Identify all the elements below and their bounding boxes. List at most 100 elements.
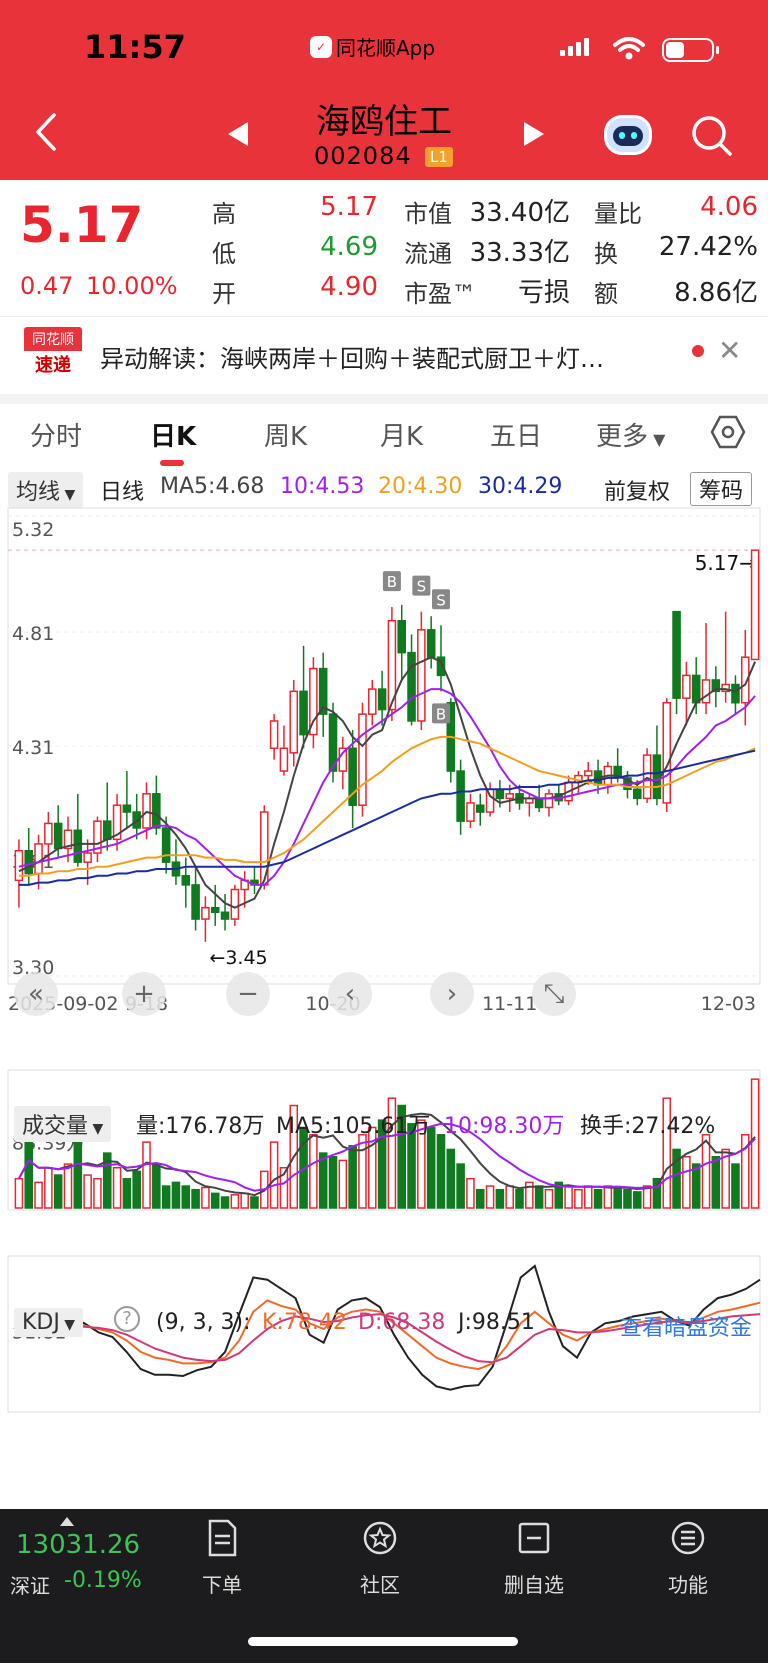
volume-bar-down bbox=[191, 1188, 200, 1209]
nav-order[interactable]: 下单 bbox=[172, 1518, 272, 1598]
volume-bar-up bbox=[574, 1188, 583, 1209]
chevron-left-icon[interactable]: ‹ bbox=[328, 972, 372, 1016]
volume-bar-up bbox=[142, 1141, 151, 1209]
volume-bar-down bbox=[711, 1156, 721, 1209]
low-label: 低 bbox=[212, 240, 236, 268]
volume-bar-down bbox=[161, 1185, 171, 1209]
ma5-value: MA5:4.68 bbox=[160, 474, 265, 499]
volume-bar-up bbox=[505, 1185, 514, 1209]
volume-bar-up bbox=[34, 1181, 43, 1209]
volume-bar-down bbox=[691, 1163, 701, 1209]
unread-dot-icon bbox=[692, 345, 704, 357]
nav-functions[interactable]: 功能 bbox=[638, 1518, 738, 1598]
candle-down bbox=[73, 829, 83, 863]
date-axis-label: 12-03 bbox=[701, 993, 756, 1015]
volume-bar-up bbox=[682, 1156, 691, 1209]
candle-up bbox=[466, 802, 475, 822]
volume-bar-down bbox=[152, 1163, 161, 1209]
section-divider bbox=[0, 394, 768, 404]
mcap-label: 市值 bbox=[404, 200, 452, 228]
float-value: 33.33亿 bbox=[469, 238, 570, 268]
candle-down bbox=[426, 629, 436, 658]
candle-down bbox=[397, 620, 407, 654]
ma-selector-label: 均线 bbox=[16, 480, 61, 505]
volume-bar-up bbox=[63, 1163, 73, 1209]
volume-bar-up bbox=[603, 1185, 613, 1209]
help-icon[interactable]: ? bbox=[114, 1306, 140, 1332]
home-indicator[interactable] bbox=[248, 1637, 518, 1646]
candle-down bbox=[691, 674, 701, 704]
tab-intraday[interactable]: 分时 bbox=[30, 416, 82, 453]
volume-bar-down bbox=[495, 1188, 505, 1209]
indicator-selector-label: KDJ bbox=[22, 1310, 60, 1335]
index-name: 深证 bbox=[10, 1574, 50, 1598]
volume-bar-up bbox=[93, 1177, 102, 1209]
nav-remove-watchlist[interactable]: 删自选 bbox=[484, 1518, 584, 1598]
level-badge: L1 bbox=[425, 147, 453, 167]
news-banner[interactable]: 同花顺 速递 异动解读：海峡两岸＋回购＋装配式厨卫＋灯… bbox=[0, 316, 768, 394]
volume-bar-down bbox=[328, 1156, 338, 1209]
volume-bar-down bbox=[24, 1141, 34, 1209]
volume-bar-down bbox=[436, 1134, 446, 1209]
candle-down bbox=[407, 651, 416, 722]
volume-selector[interactable]: 成交量 ▼ bbox=[14, 1106, 112, 1142]
period-label: 日线 bbox=[100, 480, 145, 505]
open-label: 开 bbox=[212, 280, 236, 308]
status-app-indicator: ✓ 同花顺App bbox=[310, 32, 435, 61]
turnover-label: 换 bbox=[594, 240, 618, 268]
volume-bar-up bbox=[240, 1192, 249, 1209]
volume-bar-down bbox=[731, 1163, 740, 1209]
tab-more-label: 更多 bbox=[596, 422, 649, 452]
fullscreen-icon[interactable]: ⤡ bbox=[532, 972, 576, 1016]
ma-selector[interactable]: 均线 ▼ bbox=[8, 472, 84, 508]
indicator-selector[interactable]: KDJ ▼ bbox=[14, 1308, 84, 1337]
adjust-mode[interactable]: 前复权 bbox=[604, 474, 670, 506]
candle-up bbox=[583, 770, 593, 777]
candle-down bbox=[377, 688, 387, 711]
settings-hexagon-icon[interactable] bbox=[710, 414, 746, 450]
wifi-icon bbox=[613, 37, 645, 60]
news-text[interactable]: 异动解读：海峡两岸＋回购＋装配式厨卫＋灯… bbox=[100, 339, 670, 374]
order-document-icon bbox=[208, 1519, 237, 1557]
zoom-out-icon[interactable]: − bbox=[226, 972, 270, 1016]
expand-up-icon[interactable] bbox=[60, 1517, 74, 1526]
assistant-robot-icon[interactable] bbox=[604, 115, 652, 155]
volume-bar-down bbox=[633, 1191, 642, 1209]
volume-bar-down bbox=[456, 1163, 465, 1209]
volume-selector-label: 成交量 bbox=[22, 1114, 89, 1139]
tab-more[interactable]: 更多 ▼ bbox=[596, 416, 665, 453]
chevron-right-icon[interactable]: › bbox=[430, 972, 474, 1016]
dark-pool-funds-link[interactable]: 查看暗盘资金 bbox=[620, 1310, 752, 1342]
high-label: 高 bbox=[212, 200, 236, 228]
next-stock-arrow-icon[interactable] bbox=[524, 122, 544, 146]
chevron-down-icon: ▼ bbox=[648, 430, 666, 449]
tab-five-day[interactable]: 五日 bbox=[490, 416, 542, 453]
news-badge: 同花顺 速递 bbox=[24, 327, 82, 377]
candle-down bbox=[122, 804, 132, 813]
news-badge-bottom: 速递 bbox=[35, 355, 71, 376]
candle-down bbox=[495, 788, 505, 800]
tab-monthly-k[interactable]: 月K bbox=[380, 416, 423, 453]
index-value[interactable]: 13031.26 bbox=[16, 1530, 140, 1560]
search-icon[interactable] bbox=[690, 114, 734, 158]
candle-up bbox=[230, 888, 240, 920]
zoom-in-icon[interactable]: + bbox=[122, 972, 166, 1016]
kline-chart-area[interactable]: 5.324.814.313.813.305.17→←3.45B SSB2025-0… bbox=[0, 506, 768, 1506]
price-change-pct: 10.00% bbox=[86, 272, 178, 300]
tab-weekly-k[interactable]: 周K bbox=[264, 416, 307, 453]
pe-value: 亏损 bbox=[517, 278, 570, 308]
close-icon[interactable]: ✕ bbox=[718, 334, 741, 367]
nav-community[interactable]: 社区 bbox=[330, 1518, 430, 1598]
trade-signal-label: B bbox=[387, 573, 397, 591]
float-label: 流通 bbox=[404, 240, 452, 268]
volume-ratio-label: 量比 bbox=[594, 200, 642, 228]
volume-bar-down bbox=[446, 1148, 456, 1209]
price-axis-label: 5.32 bbox=[12, 519, 54, 541]
rewind-icon[interactable]: « bbox=[14, 972, 58, 1016]
chevron-down-icon: ▼ bbox=[60, 487, 76, 503]
candle-down bbox=[220, 911, 230, 920]
tab-daily-k[interactable]: 日K bbox=[150, 416, 196, 453]
nav-remove-watchlist-label: 删自选 bbox=[504, 1573, 564, 1597]
nav-order-label: 下单 bbox=[202, 1573, 242, 1597]
chip-distribution-button[interactable]: 筹码 bbox=[690, 472, 753, 506]
